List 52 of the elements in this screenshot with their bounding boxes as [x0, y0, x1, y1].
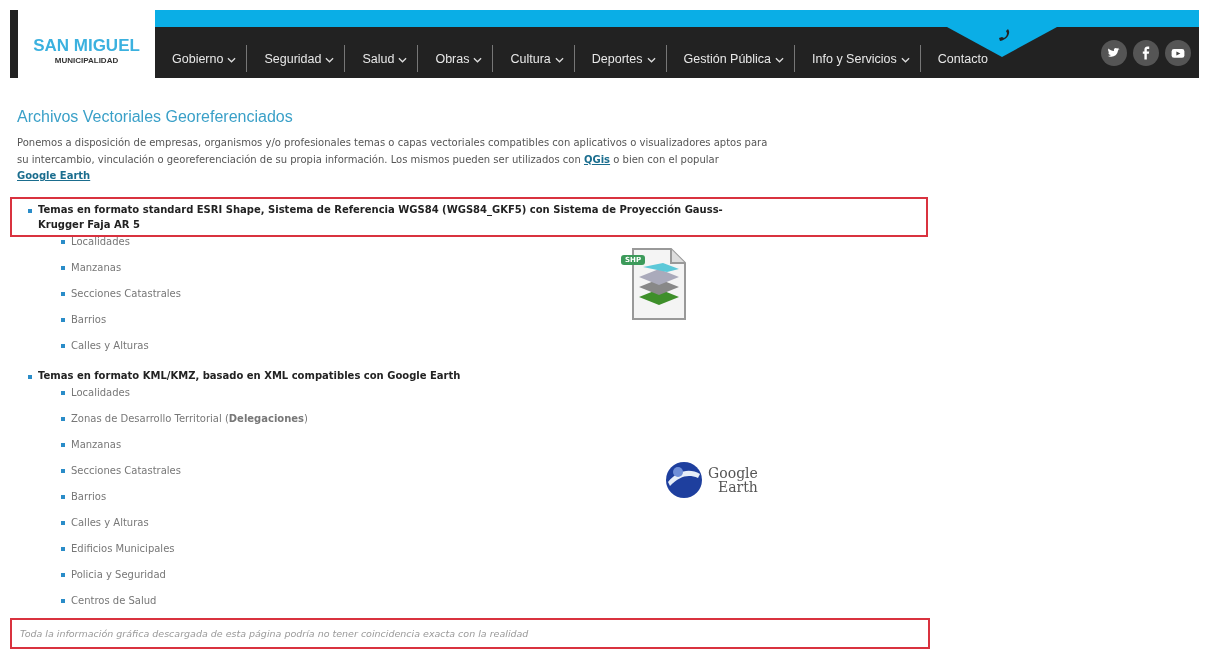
disclaimer-text: Toda la información gráfica descargada de esta página podría no tener coincidencia exacta con la realidad — [20, 627, 529, 639]
logo-subtitle: MUNICIPALIDAD — [54, 56, 119, 65]
layer-link[interactable]: Edificios Municipales — [71, 539, 175, 558]
topic-heading: Temas en formato standard ESRI Shape, Sistema de Referencia WGS84 (WGS84_GKF5) con Sistema de Proyección Gauss-Krugger Faja AR 5 — [38, 202, 724, 232]
layer-link[interactable]: Zonas de Desarrollo Territorial (Delegaciones) — [71, 409, 308, 428]
nav-link[interactable]: Deportes — [574, 45, 667, 72]
bullet-icon — [61, 239, 65, 244]
layer-link[interactable]: Barrios — [71, 487, 107, 506]
bullet-icon — [61, 572, 65, 577]
layer-link[interactable]: Localidades — [71, 383, 130, 402]
layer-link[interactable]: Policia y Seguridad — [71, 565, 166, 584]
bullet-icon — [61, 494, 65, 499]
layer-link[interactable]: Barrios — [71, 310, 107, 329]
nav-link[interactable]: Contacto — [920, 45, 998, 72]
nav-link[interactable]: Gobierno — [155, 45, 248, 72]
bullet-icon — [61, 546, 65, 551]
layer-link[interactable]: Secciones Catastrales — [71, 284, 181, 303]
bullet-icon — [61, 598, 65, 603]
nav-link[interactable]: Seguridad — [247, 45, 346, 72]
bullet-icon — [28, 208, 32, 213]
layer-link[interactable]: Manzanas — [71, 258, 122, 277]
text-link[interactable]: QGis — [584, 153, 611, 165]
bullet-icon — [61, 520, 65, 525]
intro-paragraph: Ponemos a disposición de empresas, organismos y/o profesionales temas o capas vectoriales compatibles con aplicativos o visualizadores aptos para su intercambio, vinculación o georeferenciación de su propia información. Los mismos pueden ser utilizados con QGis o bien con el popular Google Earth — [17, 136, 769, 183]
bullet-icon — [28, 374, 32, 379]
layer-link[interactable]: Calles y Alturas — [71, 513, 149, 532]
nav-link[interactable]: Obras — [418, 45, 494, 72]
layer-link[interactable]: Localidades — [71, 232, 130, 251]
bullet-icon — [61, 468, 65, 473]
bullet-icon — [61, 442, 65, 447]
layer-link[interactable]: Calles y Alturas — [71, 336, 149, 355]
twitter-icon[interactable] — [1101, 40, 1127, 66]
layer-link[interactable]: Manzanas — [71, 435, 122, 454]
youtube-icon[interactable] — [1165, 40, 1191, 66]
nav-link[interactable]: Gestión Pública — [666, 45, 796, 72]
bullet-icon — [61, 291, 65, 296]
bullet-icon — [61, 265, 65, 270]
nav-link[interactable]: Salud — [345, 45, 419, 72]
text-link[interactable]: Google Earth — [17, 170, 91, 181]
bullet-icon — [61, 343, 65, 348]
bullet-icon — [61, 317, 65, 322]
nav-link[interactable]: Info y Servicios — [795, 45, 921, 72]
page-heading: Archivos Vectoriales Georeferenciados — [17, 108, 294, 126]
nav-link[interactable]: Cultura — [493, 45, 575, 72]
topic-heading: Temas en formato KML/KMZ, basado en XML compatibles con Google Earth — [38, 368, 462, 383]
facebook-icon[interactable] — [1133, 40, 1159, 66]
layer-link[interactable]: Centros de Salud — [71, 591, 157, 610]
bullet-icon — [61, 390, 65, 395]
bullet-icon — [61, 416, 65, 421]
layer-link[interactable]: Secciones Catastrales — [71, 461, 181, 480]
logo-title: SAN MIGUEL — [33, 37, 140, 54]
google-earth-logo: Google Earth — [664, 459, 758, 500]
